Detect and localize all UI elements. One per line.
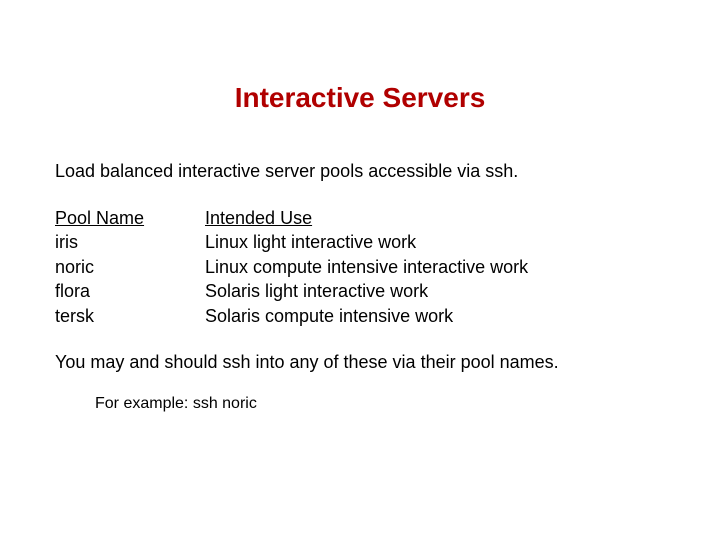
note-text: You may and should ssh into any of these… (55, 351, 665, 374)
cell-pool: flora (55, 280, 205, 303)
cell-use: Linux compute intensive interactive work (205, 256, 665, 279)
cell-pool: iris (55, 231, 205, 254)
cell-pool: noric (55, 256, 205, 279)
pool-table: Pool Name Intended Use iris Linux light … (55, 207, 665, 328)
cell-use: Solaris compute intensive work (205, 305, 665, 328)
col-header-pool: Pool Name (55, 207, 205, 230)
cell-use: Linux light interactive work (205, 231, 665, 254)
slide-title: Interactive Servers (0, 82, 720, 114)
slide-body: Load balanced interactive server pools a… (55, 160, 665, 414)
cell-use: Solaris light interactive work (205, 280, 665, 303)
intro-text: Load balanced interactive server pools a… (55, 160, 665, 183)
col-header-use: Intended Use (205, 207, 665, 230)
slide: Interactive Servers Load balanced intera… (0, 82, 720, 540)
cell-pool: tersk (55, 305, 205, 328)
example-text: For example: ssh noric (95, 394, 665, 414)
